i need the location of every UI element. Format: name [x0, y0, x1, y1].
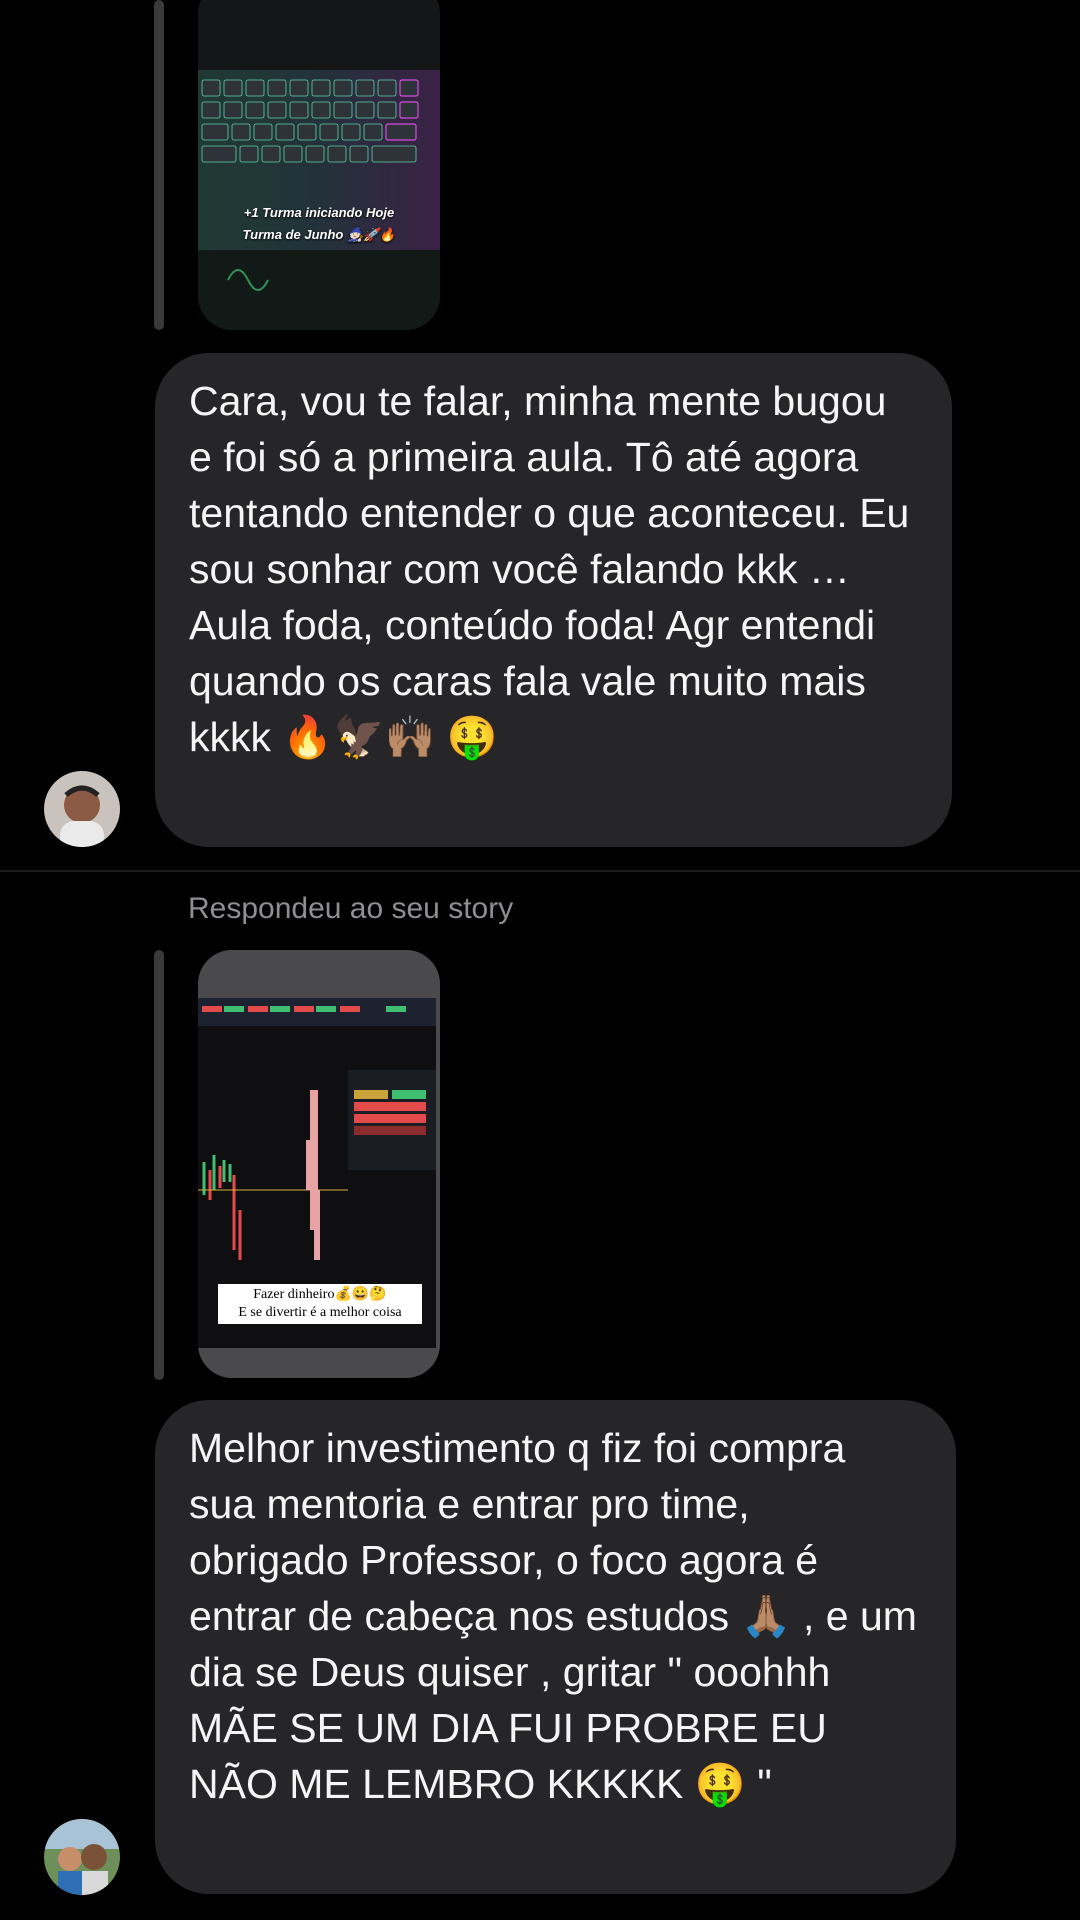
story-thumbnail[interactable]: +1 Turma iniciando Hoje Turma de Junho 🧙…	[198, 0, 440, 330]
story-caption: +1 Turma iniciando Hoje Turma de Junho 🧙…	[242, 205, 396, 242]
avatar-2-icon	[44, 1819, 120, 1895]
story-reply-bar	[154, 0, 164, 330]
message-bubble[interactable]: Melhor investimento q fiz foi compra sua…	[155, 1400, 956, 1894]
avatar[interactable]	[44, 1819, 120, 1895]
story-reply-bar	[154, 950, 164, 1380]
avatar-1-icon	[44, 771, 120, 847]
replied-to-story-label: Respondeu ao seu story	[188, 892, 514, 925]
story-thumbnail[interactable]: Fazer dinheiro💰😀🤔 E se divertir é a melh…	[198, 950, 440, 1378]
message-divider	[0, 870, 1080, 872]
keyboard-image	[198, 0, 440, 330]
story-caption: Fazer dinheiro💰😀🤔 E se divertir é a melh…	[218, 1284, 422, 1324]
message-bubble[interactable]: Cara, vou te falar, minha mente bugou e …	[155, 353, 952, 847]
avatar[interactable]	[44, 771, 120, 847]
